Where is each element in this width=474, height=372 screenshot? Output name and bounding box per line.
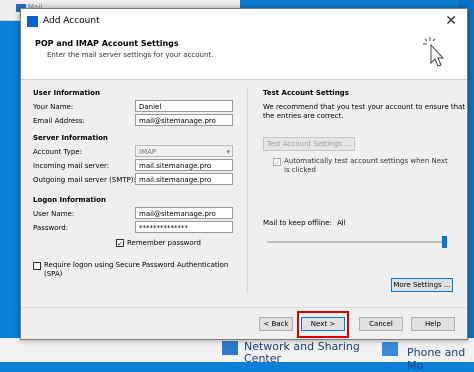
more-settings-button[interactable]: More Settings ... [391,278,453,292]
dialog-header: POP and IMAP Account Settings Enter the … [21,35,467,80]
header-title: POP and IMAP Account Settings [35,39,179,48]
remember-password-checkbox[interactable]: ✓ [116,239,124,248]
user-name-input[interactable]: mail@sitemanage.pro [135,207,233,219]
outgoing-server-input[interactable]: mail.sitemanage.pro [135,173,233,185]
cancel-button[interactable]: Cancel [359,317,403,331]
account-type-value: IMAP [139,148,157,156]
password-input[interactable]: ************** [135,221,233,233]
offline-slider-track[interactable] [267,241,447,243]
user-info-heading: User Information [33,89,100,97]
spa-label: Require logon using Secure Password Auth… [44,261,229,269]
network-sharing-item-line2: Center [244,352,282,365]
email-address-input[interactable]: mail@sitemanage.pro [135,114,233,126]
outlook-icon [27,16,38,27]
spa-label-line2: (SPA) [44,270,63,278]
test-settings-heading: Test Account Settings [263,89,349,97]
user-name-label: User Name: [33,210,75,218]
phone-item[interactable]: Phone and Mo [407,346,474,372]
remember-password-label: Remember password [127,239,201,247]
dialog-titlebar[interactable]: Add Account ✕ [21,9,467,35]
back-button[interactable]: < Back [259,317,293,331]
header-subtitle: Enter the mail server settings for your … [47,51,214,59]
incoming-server-label: Incoming mail server: [33,162,110,170]
column-divider [247,88,248,293]
auto-test-label-line2: is clicked [284,166,316,174]
outgoing-server-label: Outgoing mail server (SMTP): [33,176,136,184]
test-desc-line2: the entries are correct. [263,112,344,120]
network-icon [222,341,238,355]
dialog-body: User Information Your Name: Daniel Email… [21,80,467,339]
next-button[interactable]: Next > [301,317,345,331]
dialog-title: Add Account [43,16,100,26]
test-account-settings-button[interactable]: Test Account Settings ... [263,137,355,151]
incoming-server-input[interactable]: mail.sitemanage.pro [135,159,233,171]
chevron-down-icon: ▾ [226,148,230,156]
add-account-dialog: Add Account ✕ POP and IMAP Account Setti… [20,8,468,340]
phone-icon [382,342,398,356]
help-button[interactable]: Help [411,317,455,331]
auto-test-checkbox[interactable]: ✓ [273,158,281,167]
spa-checkbox[interactable] [33,262,41,270]
footer-separator [21,307,467,308]
server-info-heading: Server Information [33,134,108,142]
password-label: Password: [33,224,69,232]
auto-test-label: Automatically test account settings when… [284,157,448,165]
pointer-cursor-icon [423,37,445,67]
your-name-input[interactable]: Daniel [135,100,233,112]
offline-slider-thumb[interactable] [442,236,447,248]
taskbar-strip: Network and Sharing Center Phone and Mo [0,338,474,372]
logon-info-heading: Logon Information [33,196,106,204]
offline-value: All [337,219,346,227]
test-desc-line1: We recommend that you test your account … [263,103,466,111]
offline-label: Mail to keep offline: [263,219,332,227]
your-name-label: Your Name: [33,103,74,111]
email-address-label: Email Address: [33,117,85,125]
account-type-label: Account Type: [33,148,82,156]
close-icon[interactable]: ✕ [445,13,457,29]
account-type-select[interactable]: IMAP ▾ [135,145,233,157]
